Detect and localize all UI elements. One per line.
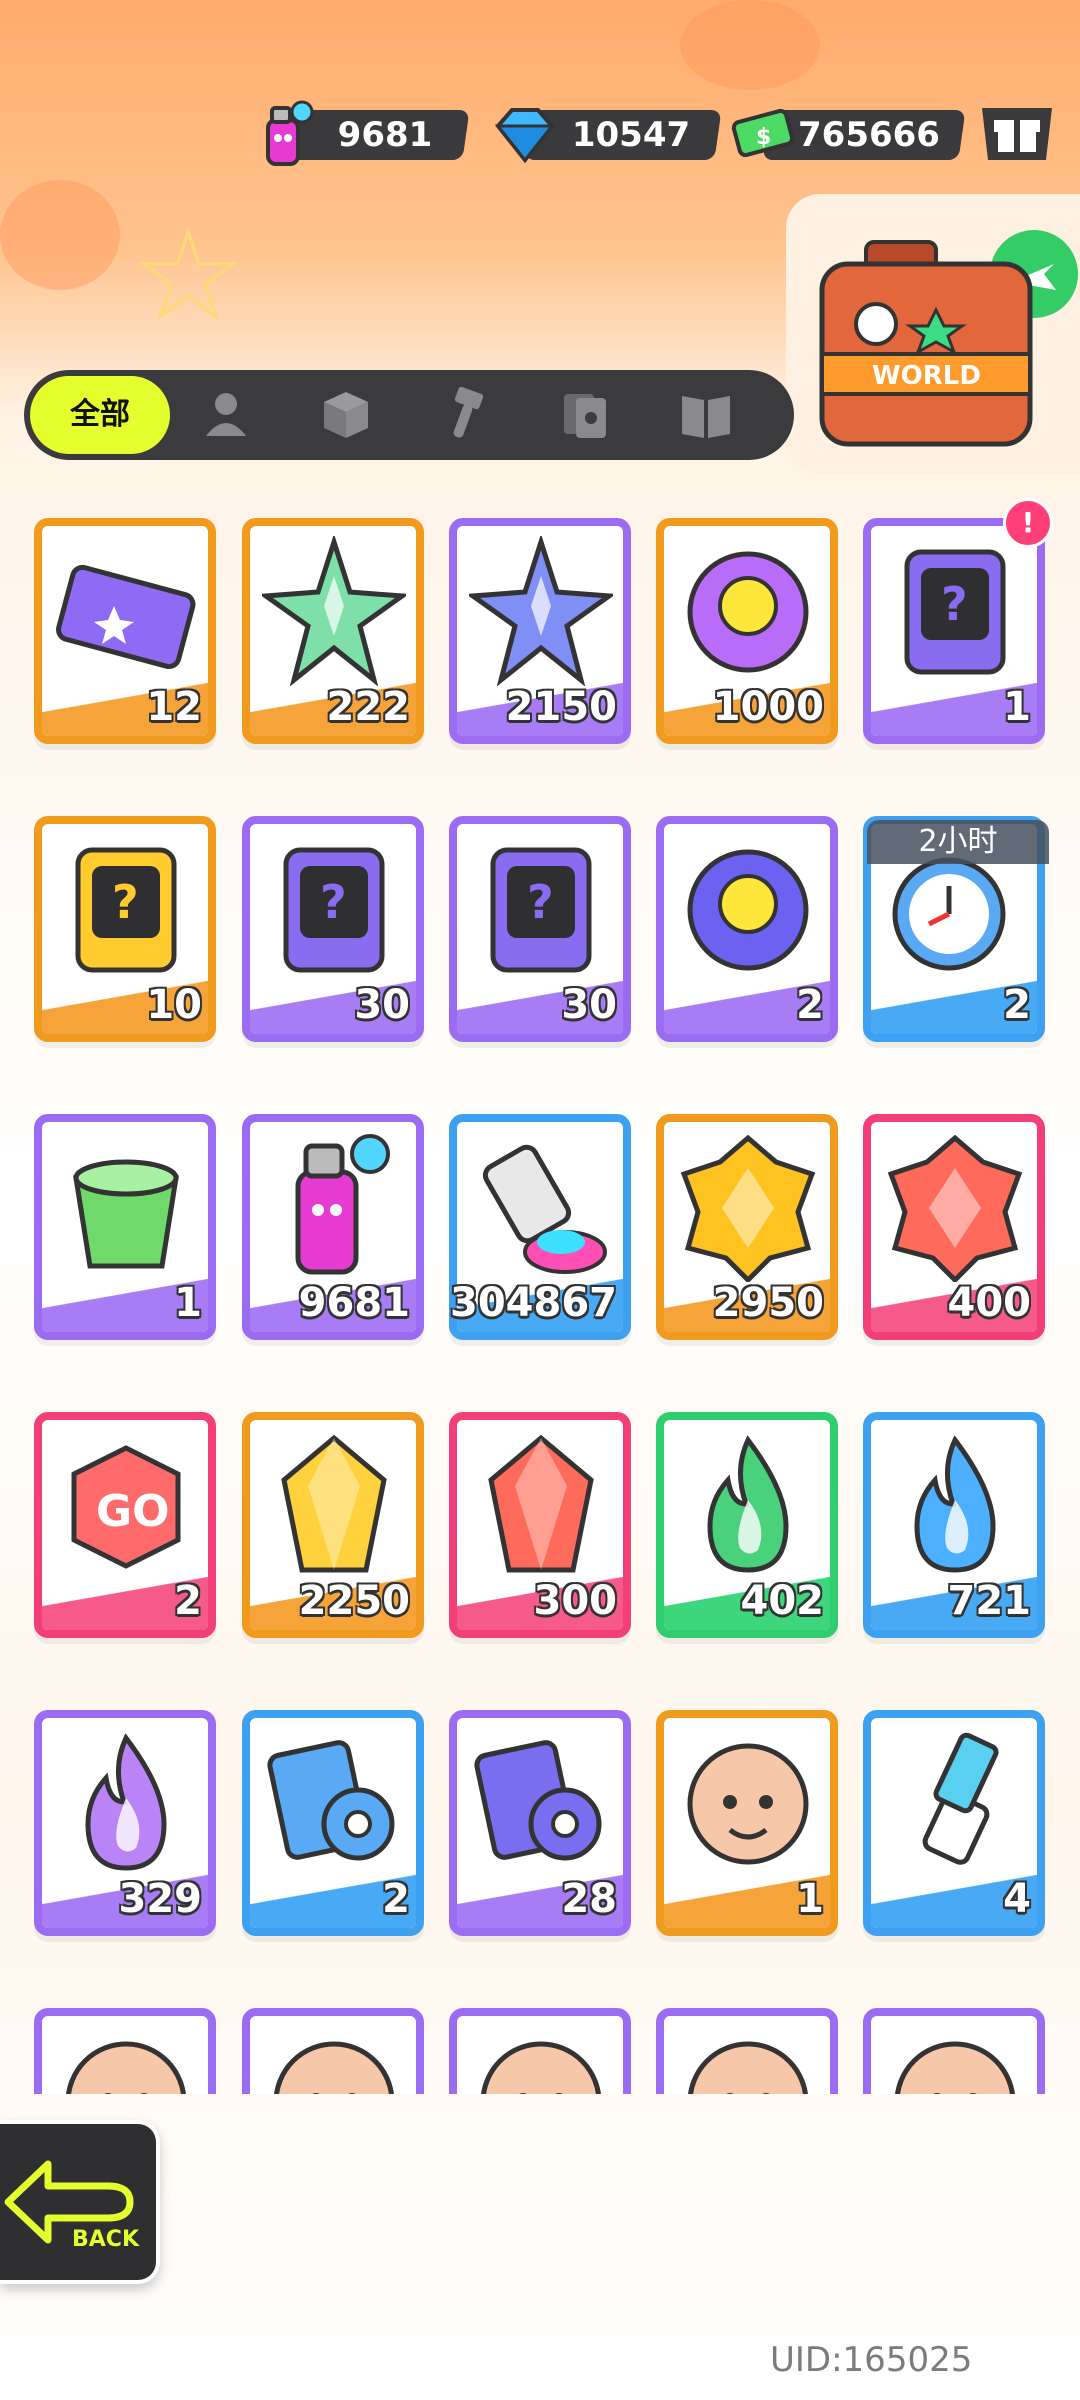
back-button[interactable]: BACK — [0, 2120, 160, 2284]
inventory-item-character-e[interactable] — [863, 2008, 1045, 2094]
svg-text:?: ? — [320, 875, 347, 929]
inventory-item-blue-flame[interactable]: 721 — [863, 1412, 1045, 1638]
character-e-icon — [883, 2026, 1027, 2094]
item-count: 300 — [533, 1578, 618, 1624]
purple-flame-icon — [54, 1728, 198, 1878]
inventory-item-character-b[interactable] — [242, 2008, 424, 2094]
mystery-travel-card-icon: ? — [469, 834, 613, 984]
inventory-item-mystery-deity-purple[interactable]: ? 30 — [242, 816, 424, 1042]
deity-avatar-icon — [676, 1728, 820, 1878]
back-label: BACK — [72, 2227, 140, 2252]
item-count: 2 — [796, 982, 824, 1028]
item-count: 9681 — [298, 1280, 410, 1326]
inventory-item-spray-can[interactable]: 9681 — [242, 1114, 424, 1340]
character-b-icon — [262, 2026, 406, 2094]
item-count: 1000 — [712, 684, 824, 730]
item-count: 2 — [1003, 982, 1031, 1028]
svg-text:?: ? — [941, 577, 968, 631]
inventory-item-character-c[interactable] — [449, 2008, 631, 2094]
inventory-item-mystery-deity-gold[interactable]: ? 10 — [34, 816, 216, 1042]
character-d-icon — [676, 2026, 820, 2094]
inventory-item-red-gem[interactable]: 300 — [449, 1412, 631, 1638]
inventory-item-deity-avatar[interactable]: 1 — [656, 1710, 838, 1936]
inventory-item-cool-badge[interactable]: 1000 — [656, 518, 838, 744]
gold-gem-icon — [262, 1430, 406, 1580]
item-count: 222 — [326, 684, 411, 730]
timer-label: 2小时 — [867, 820, 1049, 864]
item-count: 10 — [146, 982, 202, 1028]
inventory-item-alarm-clock[interactable]: 2小时 2 — [863, 816, 1049, 1042]
item-count: 304867 — [450, 1280, 617, 1326]
inventory-item-purple-tape-cards[interactable]: 28 — [449, 1710, 631, 1936]
red-gem-icon — [469, 1430, 613, 1580]
item-count: 28 — [561, 1876, 617, 1922]
item-count: 2250 — [298, 1578, 410, 1624]
blue-flame-icon — [883, 1430, 1027, 1580]
inventory-item-character-a[interactable] — [34, 2008, 216, 2094]
rainbow-star-icon — [258, 533, 410, 687]
gold-crystal-icon — [676, 1132, 820, 1284]
spray-can-icon — [262, 1132, 406, 1282]
item-count: 1 — [1003, 684, 1031, 730]
inventory-item-ticket[interactable]: 12 — [34, 518, 216, 744]
item-count: 1 — [796, 1876, 824, 1922]
inventory-item-jelly-orb[interactable]: 2 — [656, 816, 838, 1042]
cool-badge-icon — [676, 536, 820, 686]
red-crystal-icon — [883, 1132, 1027, 1284]
inventory-item-usb-key[interactable]: 4 — [863, 1710, 1045, 1936]
item-count: 2950 — [712, 1280, 824, 1326]
travel-card-icon: ? — [883, 536, 1027, 686]
item-count: 400 — [947, 1280, 1032, 1326]
green-cup-icon — [54, 1132, 198, 1282]
inventory-grid: 12 222 2150 1000?! 1? 10? 30? 30 2 2小时 2 1 9681 30486… — [0, 0, 1080, 2094]
go-dice-icon: GO — [54, 1430, 198, 1580]
item-count: 2 — [174, 1578, 202, 1624]
green-flame-icon — [676, 1430, 820, 1580]
item-count: 12 — [146, 684, 202, 730]
inventory-item-blue-star[interactable]: 2150 — [449, 518, 631, 744]
item-count: 721 — [947, 1578, 1032, 1624]
mystery-deity-gold-icon: ? — [54, 834, 198, 984]
item-count: 30 — [561, 982, 617, 1028]
ticket-icon — [54, 536, 198, 686]
svg-text:GO: GO — [96, 1486, 170, 1537]
back-arrow-icon: BACK — [4, 2160, 140, 2252]
inventory-item-mystery-travel-card[interactable]: ? 30 — [449, 816, 631, 1042]
inventory-item-green-flame[interactable]: 402 — [656, 1412, 838, 1638]
inventory-item-red-crystal[interactable]: 400 — [863, 1114, 1045, 1340]
inventory-item-paint-tube[interactable]: 304867 — [449, 1114, 631, 1340]
inventory-item-gold-gem[interactable]: 2250 — [242, 1412, 424, 1638]
item-count: 30 — [354, 982, 410, 1028]
character-c-icon — [469, 2026, 613, 2094]
purple-tape-cards-icon — [469, 1728, 613, 1878]
inventory-item-green-cup[interactable]: 1 — [34, 1114, 216, 1340]
item-count: 402 — [740, 1578, 825, 1624]
blue-star-icon — [465, 533, 617, 687]
inventory-item-purple-flame[interactable]: 329 — [34, 1710, 216, 1936]
item-count: 2 — [382, 1876, 410, 1922]
user-id: UID:165025 — [770, 2340, 973, 2380]
item-count: 329 — [118, 1876, 203, 1922]
inventory-item-character-d[interactable] — [656, 2008, 838, 2094]
paint-tube-icon — [469, 1132, 613, 1282]
new-badge: ! — [1003, 498, 1053, 548]
inventory-item-gold-crystal[interactable]: 2950 — [656, 1114, 838, 1340]
inventory-item-blue-tape-cards[interactable]: 2 — [242, 1710, 424, 1936]
character-a-icon — [54, 2026, 198, 2094]
svg-text:?: ? — [527, 875, 554, 929]
blue-tape-cards-icon — [262, 1728, 406, 1878]
inventory-item-go-dice[interactable]: GO 2 — [34, 1412, 216, 1638]
usb-key-icon — [883, 1728, 1027, 1878]
svg-text:?: ? — [112, 875, 139, 929]
inventory-item-rainbow-star[interactable]: 222 — [242, 518, 424, 744]
item-count: 1 — [174, 1280, 202, 1326]
item-count: 2150 — [505, 684, 617, 730]
jelly-orb-icon — [676, 834, 820, 984]
item-count: 4 — [1003, 1876, 1031, 1922]
inventory-item-travel-card[interactable]: ?! 1 — [863, 498, 1053, 744]
mystery-deity-purple-icon: ? — [262, 834, 406, 984]
